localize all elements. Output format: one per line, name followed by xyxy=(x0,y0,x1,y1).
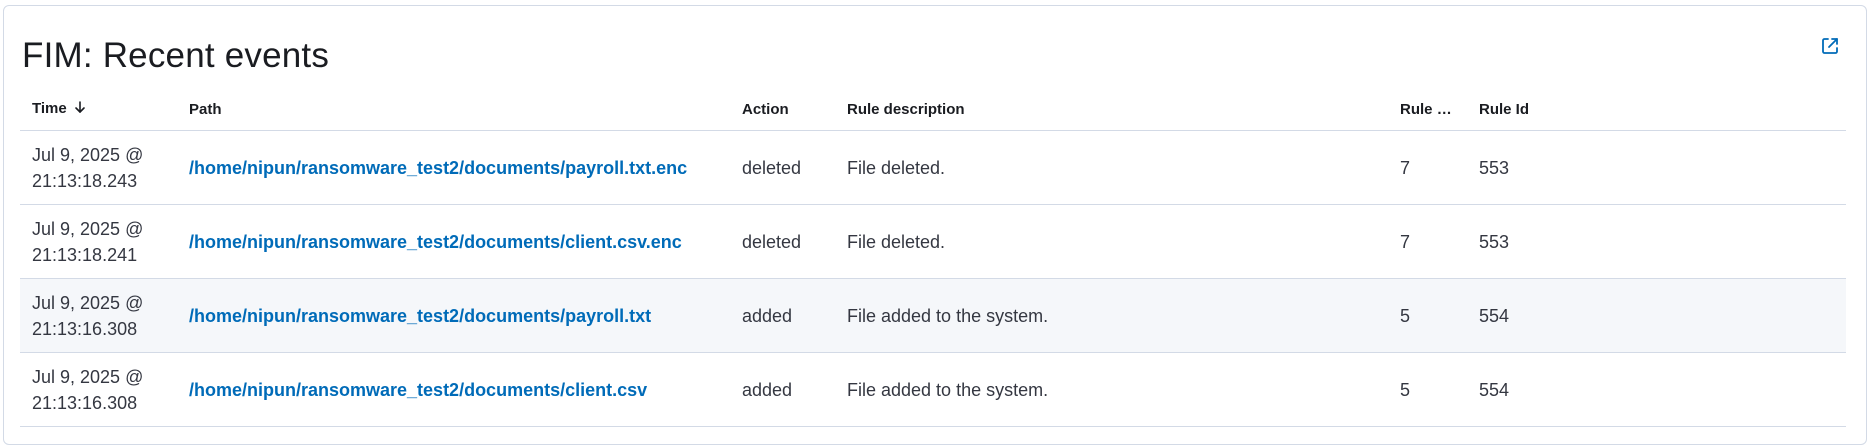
column-header-rule-id[interactable]: Rule Id xyxy=(1467,88,1846,131)
table-row[interactable]: Jul 9, 2025 @ 21:13:16.308 /home/nipun/r… xyxy=(20,352,1846,427)
cell-rule-id: 554 xyxy=(1467,352,1846,427)
cell-action: added xyxy=(730,352,835,427)
time-clock: 21:13:16.308 xyxy=(32,318,138,339)
column-header-time[interactable]: Time xyxy=(20,88,177,131)
external-link-icon[interactable] xyxy=(1818,34,1842,58)
path-link[interactable]: /home/nipun/ransomware_test2/documents/p… xyxy=(189,158,687,178)
cell-path: /home/nipun/ransomware_test2/documents/p… xyxy=(177,278,730,353)
cell-rule-level: 5 xyxy=(1388,278,1467,353)
table-row[interactable]: Jul 9, 2025 @ 21:13:16.308 /home/nipun/r… xyxy=(20,278,1846,353)
cell-rule-level: 7 xyxy=(1388,204,1467,279)
path-link[interactable]: /home/nipun/ransomware_test2/documents/p… xyxy=(189,306,651,326)
column-header-action[interactable]: Action xyxy=(730,88,835,131)
path-link[interactable]: /home/nipun/ransomware_test2/documents/c… xyxy=(189,232,682,252)
cell-action: deleted xyxy=(730,204,835,279)
cell-time: Jul 9, 2025 @ 21:13:18.241 xyxy=(20,204,177,279)
sort-descending-icon xyxy=(73,100,87,118)
cell-time: Jul 9, 2025 @ 21:13:16.308 xyxy=(20,278,177,353)
time-date: Jul 9, 2025 @ xyxy=(32,144,144,165)
column-header-label: Time xyxy=(32,99,67,117)
cell-time: Jul 9, 2025 @ 21:13:16.308 xyxy=(20,352,177,427)
cell-rule-description: File added to the system. xyxy=(835,352,1388,427)
cell-rule-level: 7 xyxy=(1388,130,1467,205)
cell-path: /home/nipun/ransomware_test2/documents/c… xyxy=(177,204,730,279)
time-date: Jul 9, 2025 @ xyxy=(32,218,144,239)
time-date: Jul 9, 2025 @ xyxy=(32,292,144,313)
panel-title: FIM: Recent events xyxy=(22,36,330,75)
column-header-rule-level[interactable]: Rule Lev... xyxy=(1388,88,1467,131)
cell-path: /home/nipun/ransomware_test2/documents/c… xyxy=(177,352,730,427)
cell-rule-description: File deleted. xyxy=(835,130,1388,205)
cell-path: /home/nipun/ransomware_test2/documents/p… xyxy=(177,130,730,205)
time-date: Jul 9, 2025 @ xyxy=(32,366,144,387)
events-table: Time Path Action Rule description Rule L… xyxy=(20,88,1846,427)
cell-rule-description: File deleted. xyxy=(835,204,1388,279)
column-header-rule-description[interactable]: Rule description xyxy=(835,88,1388,131)
time-clock: 21:13:16.308 xyxy=(32,392,138,413)
column-header-path[interactable]: Path xyxy=(177,88,730,131)
time-clock: 21:13:18.241 xyxy=(32,244,138,265)
table-header-row: Time Path Action Rule description Rule L… xyxy=(20,88,1846,131)
table-row[interactable]: Jul 9, 2025 @ 21:13:18.243 /home/nipun/r… xyxy=(20,130,1846,205)
table-row[interactable]: Jul 9, 2025 @ 21:13:18.241 /home/nipun/r… xyxy=(20,204,1846,279)
cell-rule-description: File added to the system. xyxy=(835,278,1388,353)
cell-action: deleted xyxy=(730,130,835,205)
cell-rule-level: 5 xyxy=(1388,352,1467,427)
time-clock: 21:13:18.243 xyxy=(32,170,138,191)
cell-action: added xyxy=(730,278,835,353)
cell-time: Jul 9, 2025 @ 21:13:18.243 xyxy=(20,130,177,205)
cell-rule-id: 554 xyxy=(1467,278,1846,353)
cell-rule-id: 553 xyxy=(1467,130,1846,205)
path-link[interactable]: /home/nipun/ransomware_test2/documents/c… xyxy=(189,380,647,400)
cell-rule-id: 553 xyxy=(1467,204,1846,279)
